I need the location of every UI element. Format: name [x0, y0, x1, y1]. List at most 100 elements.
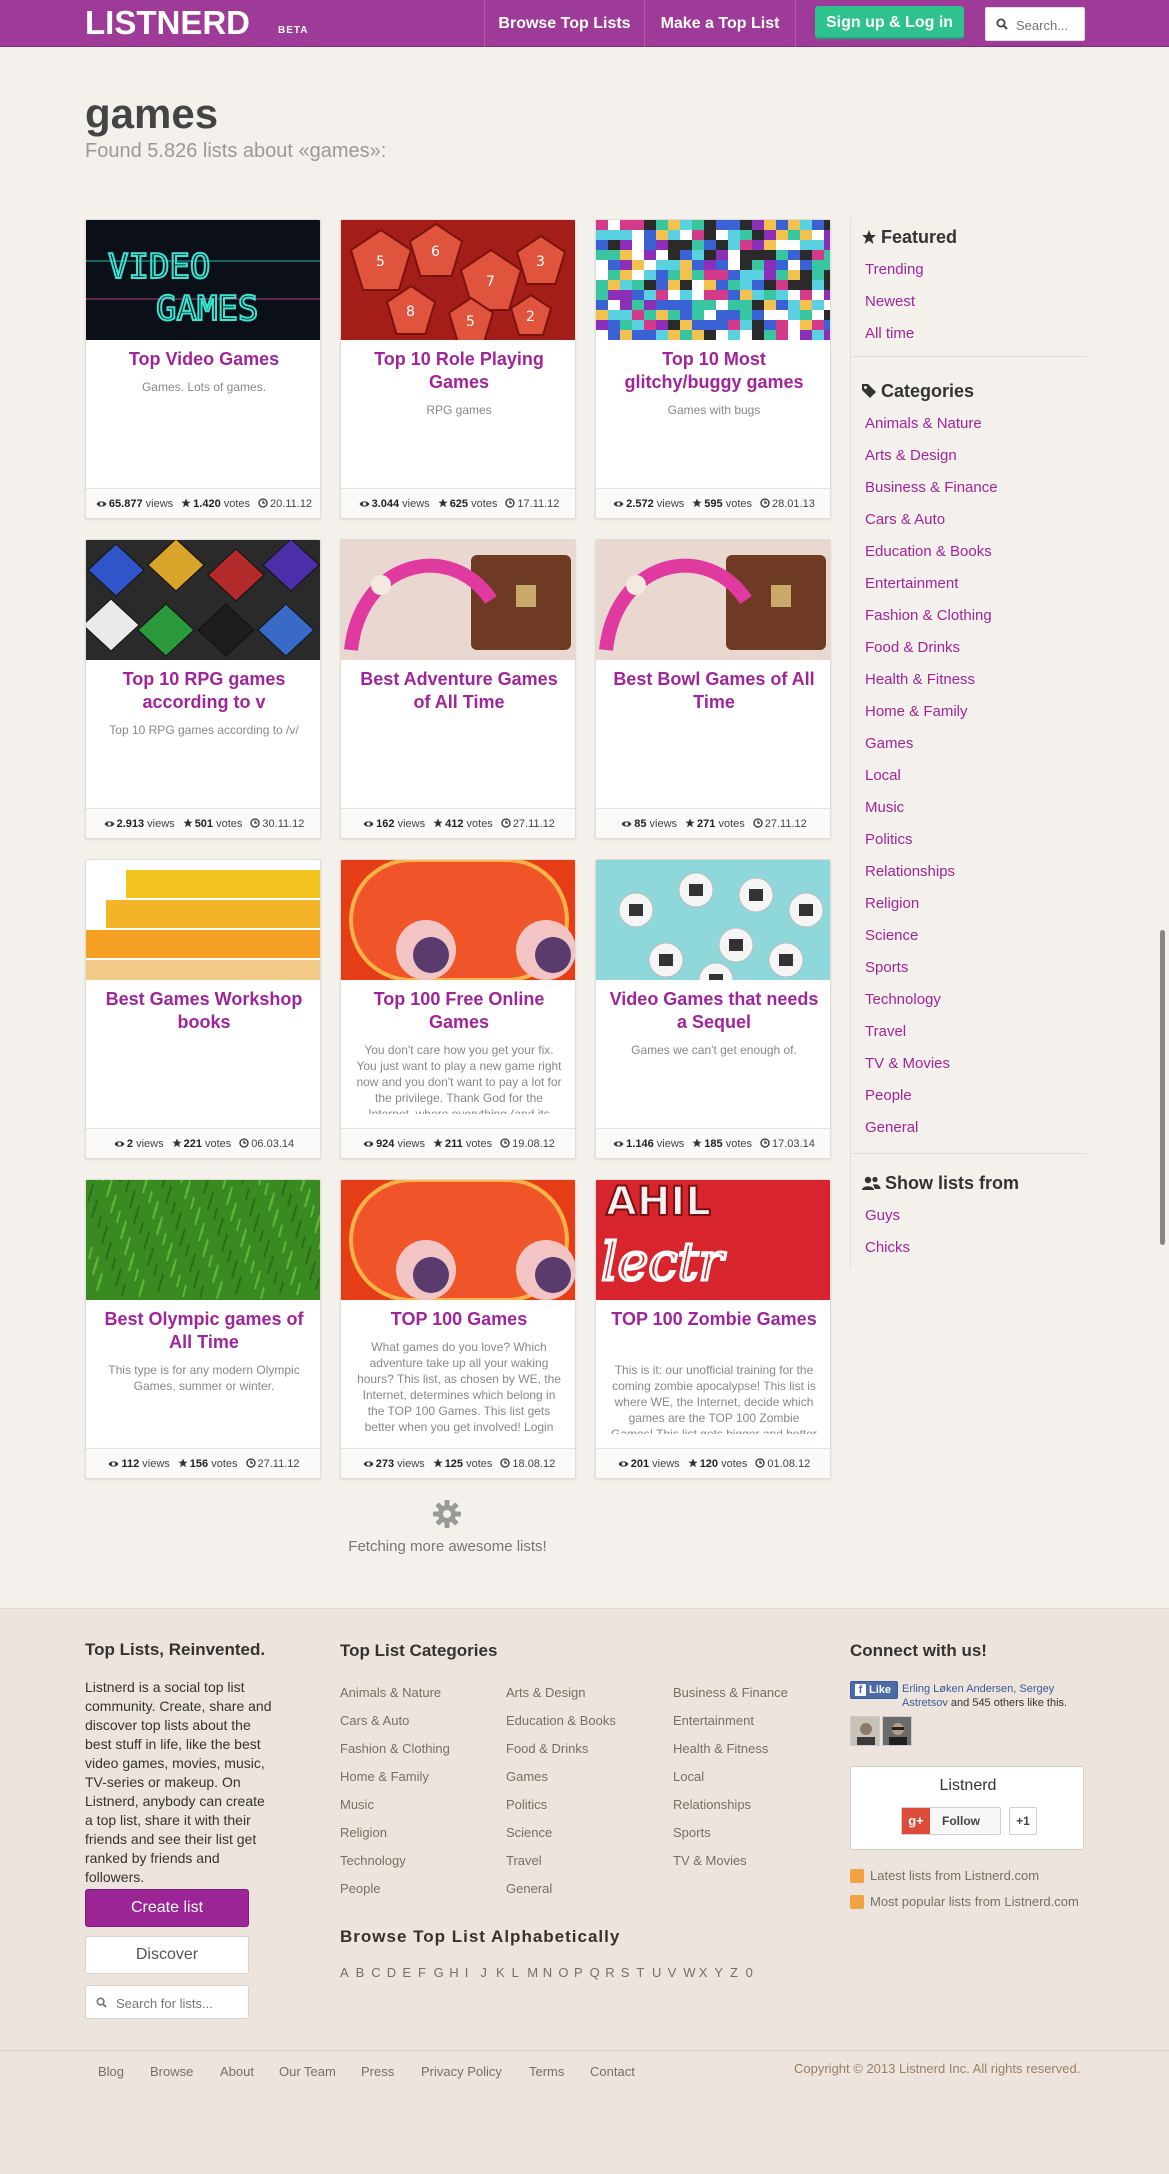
footer-category-link[interactable]: Religion	[340, 1825, 387, 1840]
list-thumbnail[interactable]	[86, 540, 320, 660]
sidebar-item-science[interactable]: Science	[865, 927, 918, 944]
list-thumbnail[interactable]	[341, 540, 575, 660]
list-card[interactable]: Best Olympic games of All Time This type …	[85, 1179, 321, 1479]
list-title[interactable]: Best Olympic games of All Time	[98, 1308, 310, 1354]
footer-category-link[interactable]: Science	[506, 1825, 552, 1840]
list-card[interactable]: VIDEO GAMES Top Video Games Games. Lots of…	[85, 219, 321, 519]
sidebar-item-sports[interactable]: Sports	[865, 959, 908, 976]
alphabet-link[interactable]: V	[668, 1965, 677, 1980]
avatar[interactable]	[850, 1716, 880, 1746]
avatar[interactable]	[882, 1716, 912, 1746]
footer-category-link[interactable]: Home & Family	[340, 1769, 429, 1784]
list-card[interactable]: Best Games Workshop books 2 views 221 vote…	[85, 859, 321, 1159]
list-thumbnail[interactable]: AHIL lectr	[596, 1180, 830, 1300]
alphabet-link[interactable]: T	[636, 1965, 644, 1980]
footer-category-link[interactable]: Local	[673, 1769, 704, 1784]
sidebar-item-guys[interactable]: Guys	[865, 1207, 900, 1224]
list-thumbnail[interactable]	[86, 1180, 320, 1300]
footer-link-blog[interactable]: Blog	[98, 2064, 124, 2079]
alphabet-link[interactable]: W	[683, 1965, 695, 1980]
alphabet-link[interactable]: D	[387, 1965, 396, 1980]
sidebar-item-animals-nature[interactable]: Animals & Nature	[865, 415, 982, 432]
footer-link-browse[interactable]: Browse	[150, 2064, 193, 2079]
alphabet-link[interactable]: Y	[714, 1965, 723, 1980]
footer-category-link[interactable]: Entertainment	[673, 1713, 754, 1728]
footer-link-about[interactable]: About	[220, 2064, 254, 2079]
list-card[interactable]: Top 10 RPG games according to v Top 10 RP…	[85, 539, 321, 839]
list-title[interactable]: Top 100 Free Online Games	[353, 988, 565, 1034]
list-title[interactable]: TOP 100 Games	[353, 1308, 565, 1331]
list-card[interactable]: Best Bowl Games of All Time 85 views 271 v…	[595, 539, 831, 839]
footer-category-link[interactable]: Animals & Nature	[340, 1685, 441, 1700]
sidebar-item-newest[interactable]: Newest	[865, 293, 915, 310]
sidebar-item-technology[interactable]: Technology	[865, 991, 941, 1008]
list-card[interactable]: 5 6 7 3 8 5 2 Top 10 Role Playing Games RPG game…	[340, 219, 576, 519]
list-thumbnail[interactable]	[596, 220, 830, 340]
footer-category-link[interactable]: Politics	[506, 1797, 547, 1812]
alphabet-link[interactable]: F	[418, 1965, 426, 1980]
sidebar-item-cars-auto[interactable]: Cars & Auto	[865, 511, 945, 528]
footer-category-link[interactable]: TV & Movies	[673, 1853, 747, 1868]
footer-link-privacy-policy[interactable]: Privacy Policy	[421, 2064, 502, 2079]
footer-category-link[interactable]: Food & Drinks	[506, 1741, 588, 1756]
sidebar-item-general[interactable]: General	[865, 1119, 918, 1136]
sidebar-item-travel[interactable]: Travel	[865, 1023, 906, 1040]
list-card[interactable]: Top 10 Most glitchy/buggy games Games wit…	[595, 219, 831, 519]
footer-link-contact[interactable]: Contact	[590, 2064, 635, 2079]
footer-category-link[interactable]: Sports	[673, 1825, 711, 1840]
page-scrollbar[interactable]	[1160, 930, 1165, 1245]
list-title[interactable]: Top 10 Role Playing Games	[353, 348, 565, 394]
list-title[interactable]: Top Video Games	[98, 348, 310, 371]
list-thumbnail[interactable]	[596, 860, 830, 980]
footer-category-link[interactable]: Music	[340, 1797, 374, 1812]
alphabet-link[interactable]: X	[699, 1965, 708, 1980]
list-title[interactable]: Best Adventure Games of All Time	[353, 668, 565, 714]
footer-category-link[interactable]: Travel	[506, 1853, 542, 1868]
footer-category-link[interactable]: Business & Finance	[673, 1685, 788, 1700]
alphabet-link[interactable]: J	[480, 1965, 487, 1980]
sidebar-item-education-books[interactable]: Education & Books	[865, 543, 992, 560]
sidebar-item-all-time[interactable]: All time	[865, 325, 914, 342]
sidebar-item-food-drinks[interactable]: Food & Drinks	[865, 639, 960, 656]
alphabet-link[interactable]: L	[512, 1965, 519, 1980]
signup-login-button[interactable]: Sign up & Log in	[815, 6, 964, 39]
alphabet-link[interactable]: C	[371, 1965, 380, 1980]
sidebar-item-entertainment[interactable]: Entertainment	[865, 575, 958, 592]
sidebar-item-health-fitness[interactable]: Health & Fitness	[865, 671, 975, 688]
sidebar-item-arts-design[interactable]: Arts & Design	[865, 447, 957, 464]
footer-category-link[interactable]: Health & Fitness	[673, 1741, 768, 1756]
discover-button[interactable]: Discover	[85, 1936, 249, 1974]
gplus-page-name[interactable]: Listnerd	[851, 1777, 1085, 1795]
sidebar-item-relationships[interactable]: Relationships	[865, 863, 955, 880]
footer-link-press[interactable]: Press	[361, 2064, 394, 2079]
sidebar-item-games[interactable]: Games	[865, 735, 913, 752]
footer-category-link[interactable]: Arts & Design	[506, 1685, 585, 1700]
footer-category-link[interactable]: Cars & Auto	[340, 1713, 409, 1728]
alphabet-link[interactable]: I	[465, 1965, 469, 1980]
alphabet-link[interactable]: P	[574, 1965, 583, 1980]
gplus-plusone-button[interactable]: +1	[1009, 1807, 1037, 1835]
facebook-like-button[interactable]: f Like	[850, 1681, 898, 1699]
sidebar-item-chicks[interactable]: Chicks	[865, 1239, 910, 1256]
list-thumbnail[interactable]: 5 6 7 3 8 5 2	[341, 220, 575, 340]
footer-search-input[interactable]	[116, 1994, 244, 2012]
list-thumbnail[interactable]: VIDEO GAMES	[86, 220, 320, 340]
alphabet-link[interactable]: R	[605, 1965, 614, 1980]
footer-link-our-team[interactable]: Our Team	[279, 2064, 336, 2079]
alphabet-link[interactable]: A	[340, 1965, 349, 1980]
footer-category-link[interactable]: Relationships	[673, 1797, 751, 1812]
sidebar-item-religion[interactable]: Religion	[865, 895, 919, 912]
rss-latest-link[interactable]: Latest lists from Listnerd.com	[870, 1868, 1039, 1883]
nav-browse-top-lists[interactable]: Browse Top Lists	[484, 0, 644, 47]
sidebar-item-tv-movies[interactable]: TV & Movies	[865, 1055, 950, 1072]
list-card[interactable]: Video Games that needs a Sequel Games we …	[595, 859, 831, 1159]
list-card[interactable]: TOP 100 Games What games do you love? Whi…	[340, 1179, 576, 1479]
list-title[interactable]: Best Games Workshop books	[98, 988, 310, 1034]
list-title[interactable]: Best Bowl Games of All Time	[608, 668, 820, 714]
list-card[interactable]: AHIL lectr TOP 100 Zombie Games This is it…	[595, 1179, 831, 1479]
list-card[interactable]: Best Adventure Games of All Time 162 view…	[340, 539, 576, 839]
rss-popular-link[interactable]: Most popular lists from Listnerd.com	[870, 1894, 1079, 1909]
alphabet-link[interactable]: Z	[730, 1965, 738, 1980]
list-thumbnail[interactable]	[86, 860, 320, 980]
sidebar-item-politics[interactable]: Politics	[865, 831, 913, 848]
